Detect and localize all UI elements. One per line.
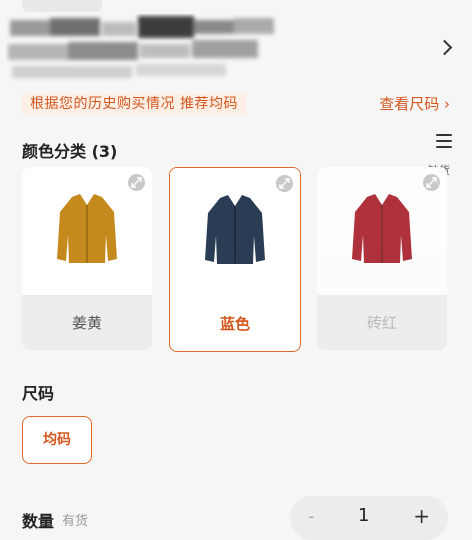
size-recommendation-banner: 根据您的历史购买情况 推荐均码 — [22, 93, 246, 115]
color-option-brick-red[interactable]: 砖红 — [317, 167, 447, 350]
list-view-icon[interactable] — [436, 134, 452, 152]
size-section-title: 尺码 — [22, 384, 55, 403]
view-size-link[interactable]: 查看尺码 › — [379, 93, 450, 115]
quantity-value[interactable]: 1 — [358, 505, 369, 526]
color-option-label: 姜黄 — [71, 314, 102, 332]
color-option-label: 蓝色 — [219, 315, 250, 333]
stock-status: 有货 — [62, 514, 89, 529]
color-option-label: 砖红 — [366, 314, 397, 332]
quantity-section-title: 数量 — [22, 512, 55, 531]
view-size-label: 查看尺码 — [379, 95, 440, 113]
size-option-one-size[interactable]: 均码 — [22, 416, 92, 464]
color-section-title: 颜色分类 (3) — [22, 142, 118, 161]
top-placeholder — [22, 0, 102, 12]
expand-image-icon[interactable] — [423, 174, 440, 191]
redacted-address-blur — [8, 16, 274, 78]
expand-image-icon[interactable] — [276, 175, 293, 192]
expand-image-icon[interactable] — [128, 174, 145, 191]
address-chevron-right-icon[interactable] — [436, 39, 453, 56]
color-option-blue[interactable]: 蓝色 — [169, 167, 301, 352]
quantity-stepper: - 1 + — [290, 496, 448, 540]
color-option-mustard[interactable]: 姜黄 — [22, 167, 152, 350]
increment-button[interactable]: + — [413, 504, 430, 528]
